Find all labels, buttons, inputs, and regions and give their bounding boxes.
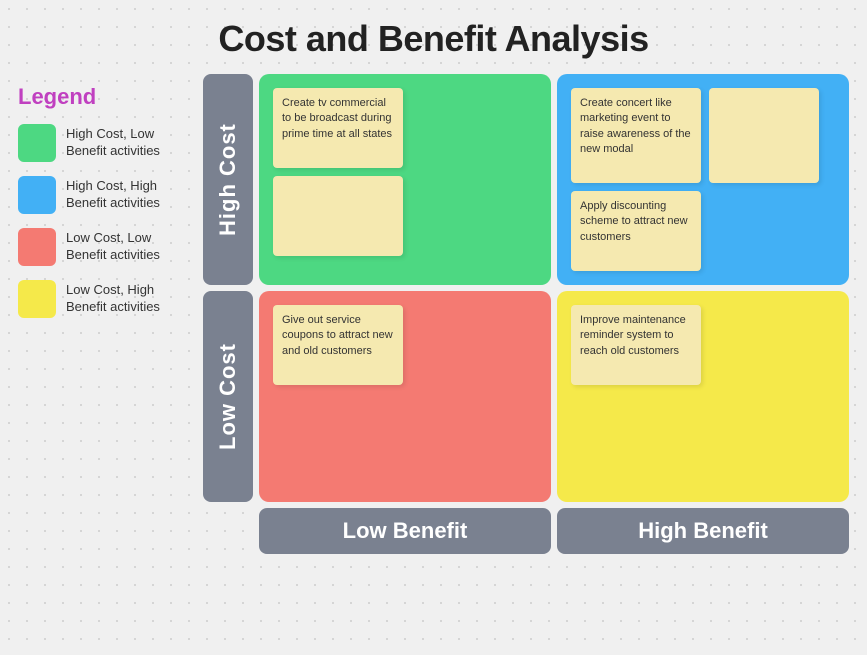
- legend-color-high-cost-low-benefit: [18, 124, 56, 162]
- sticky-note-blank[interactable]: [273, 176, 403, 256]
- bottom-label-high-benefit: High Benefit: [557, 508, 849, 554]
- bottom-labels: Low Benefit High Benefit: [203, 508, 849, 554]
- sticky-note-blank[interactable]: [709, 88, 819, 183]
- legend-title: Legend: [18, 84, 193, 110]
- legend-panel: Legend High Cost, Low Benefit activities…: [18, 74, 203, 554]
- bottom-spacer: [203, 508, 253, 554]
- legend-item-1: High Cost, Low Benefit activities: [18, 124, 193, 162]
- row-label-high-cost: High Cost: [203, 74, 253, 285]
- legend-label-2: High Cost, High Benefit activities: [66, 178, 193, 212]
- sticky-note[interactable]: Create tv commercial to be broadcast dur…: [273, 88, 403, 168]
- quadrant-low-cost-high-benefit: Improve maintenance reminder system to r…: [557, 291, 849, 502]
- legend-label-1: High Cost, Low Benefit activities: [66, 126, 193, 160]
- legend-label-4: Low Cost, High Benefit activities: [66, 282, 193, 316]
- legend-item-3: Low Cost, Low Benefit activities: [18, 228, 193, 266]
- quadrant-high-cost-low-benefit: Create tv commercial to be broadcast dur…: [259, 74, 551, 285]
- sticky-note[interactable]: Create concert like marketing event to r…: [571, 88, 701, 183]
- legend-color-low-cost-low-benefit: [18, 228, 56, 266]
- matrix-grid: High Cost Create tv commercial to be bro…: [203, 74, 849, 502]
- bottom-label-low-benefit: Low Benefit: [259, 508, 551, 554]
- page-title: Cost and Benefit Analysis: [0, 0, 867, 74]
- sticky-note[interactable]: Improve maintenance reminder system to r…: [571, 305, 701, 385]
- legend-color-low-cost-high-benefit: [18, 280, 56, 318]
- sticky-note[interactable]: Apply discounting scheme to attract new …: [571, 191, 701, 271]
- legend-color-high-cost-high-benefit: [18, 176, 56, 214]
- sticky-note[interactable]: Give out service coupons to attract new …: [273, 305, 403, 385]
- quadrant-high-cost-high-benefit: Create concert like marketing event to r…: [557, 74, 849, 285]
- matrix-wrapper: High Cost Create tv commercial to be bro…: [203, 74, 849, 554]
- legend-label-3: Low Cost, Low Benefit activities: [66, 230, 193, 264]
- quadrant-low-cost-low-benefit: Give out service coupons to attract new …: [259, 291, 551, 502]
- legend-item-2: High Cost, High Benefit activities: [18, 176, 193, 214]
- row-label-low-cost: Low Cost: [203, 291, 253, 502]
- legend-item-4: Low Cost, High Benefit activities: [18, 280, 193, 318]
